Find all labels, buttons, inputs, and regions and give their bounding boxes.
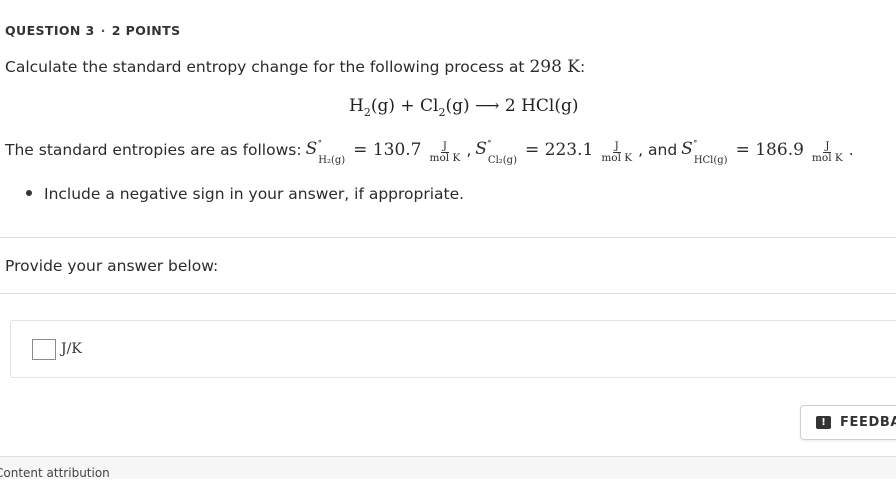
standard-state-icon: ∘ bbox=[317, 136, 322, 147]
question-number: QUESTION 3 bbox=[5, 23, 95, 38]
reaction-arrow-icon: ⟶ bbox=[475, 96, 500, 116]
entropy-and: , and bbox=[638, 141, 678, 159]
question-points: 2 POINTS bbox=[111, 23, 181, 38]
divider bbox=[0, 237, 896, 238]
instruction-list-item: Include a negative sign in your answer, … bbox=[26, 185, 464, 203]
instruction-text: Include a negative sign in your answer, … bbox=[44, 185, 465, 203]
reactant-h2: H bbox=[349, 96, 364, 116]
reactant-cl2-subscript: 2 bbox=[438, 106, 446, 119]
answer-card bbox=[10, 320, 896, 378]
feedback-button[interactable]: ! FEEDBA bbox=[800, 405, 896, 440]
unit-numerator: J bbox=[440, 139, 450, 153]
unit-denominator: mol K bbox=[601, 151, 633, 164]
question-prompt: Calculate the standard entropy change fo… bbox=[5, 57, 585, 77]
entropy-hcl-value: = 186.9 bbox=[735, 140, 804, 160]
entropy-cl2-subscript: Cl₂(g) bbox=[487, 155, 517, 167]
reactant-cl2-state: (g) bbox=[445, 96, 470, 116]
answer-section-label: Provide your answer below: bbox=[5, 257, 219, 275]
entropy-s: S bbox=[475, 138, 487, 159]
entropies-intro: The standard entropies are as follows: bbox=[5, 141, 302, 159]
prompt-text: Calculate the standard entropy change fo… bbox=[5, 58, 525, 76]
reactant-h2-subscript: 2 bbox=[363, 106, 371, 119]
feedback-label: FEEDBA bbox=[840, 415, 896, 430]
bullet-icon bbox=[26, 190, 32, 196]
header-separator: · bbox=[100, 23, 106, 38]
prompt-colon: : bbox=[580, 58, 586, 76]
entropy-unit: Jmol K bbox=[810, 139, 845, 164]
entropy-unit: Jmol K bbox=[428, 139, 463, 164]
prompt-temperature: 298 K bbox=[529, 57, 580, 77]
entropy-cl2-value: = 223.1 bbox=[524, 140, 594, 160]
unit-numerator: J bbox=[612, 139, 621, 153]
answer-input[interactable] bbox=[32, 339, 56, 360]
reaction-equation: H2(g) + Cl2(g) ⟶ 2 HCl(g) bbox=[349, 96, 579, 119]
product-hcl: 2 HCl(g) bbox=[504, 96, 579, 116]
entropy-unit: Jmol K bbox=[599, 139, 634, 164]
entropy-hcl-subscript: HCl(g) bbox=[693, 155, 728, 167]
entropy-comma: , bbox=[466, 141, 472, 159]
unit-denominator: mol K bbox=[429, 151, 461, 164]
entropy-h2-value: = 130.7 bbox=[353, 140, 422, 160]
entropy-s: S bbox=[681, 138, 693, 159]
entropy-symbol-cl2: S ∘ Cl₂(g) bbox=[475, 136, 517, 166]
entropy-s: S bbox=[305, 138, 318, 159]
question-header: QUESTION 3 · 2 POINTS bbox=[5, 23, 180, 38]
standard-state-icon: ∘ bbox=[487, 136, 492, 147]
reactant-h2-state: (g) bbox=[370, 96, 395, 116]
footer-bar bbox=[0, 456, 896, 479]
entropy-period: . bbox=[848, 141, 854, 159]
standard-entropies: The standard entropies are as follows: S… bbox=[5, 136, 854, 166]
entropy-symbol-h2: S ∘ H₂(g) bbox=[305, 136, 346, 166]
entropy-h2-subscript: H₂(g) bbox=[318, 155, 346, 167]
unit-denominator: mol K bbox=[811, 151, 843, 164]
standard-state-icon: ∘ bbox=[693, 136, 698, 147]
reactant-cl2: Cl bbox=[420, 96, 439, 116]
plus-sign: + bbox=[400, 96, 415, 116]
answer-unit: J/K bbox=[61, 341, 82, 357]
divider bbox=[0, 293, 896, 294]
feedback-icon: ! bbox=[816, 416, 831, 429]
unit-numerator: J bbox=[823, 139, 832, 153]
entropy-symbol-hcl: S ∘ HCl(g) bbox=[681, 136, 727, 166]
